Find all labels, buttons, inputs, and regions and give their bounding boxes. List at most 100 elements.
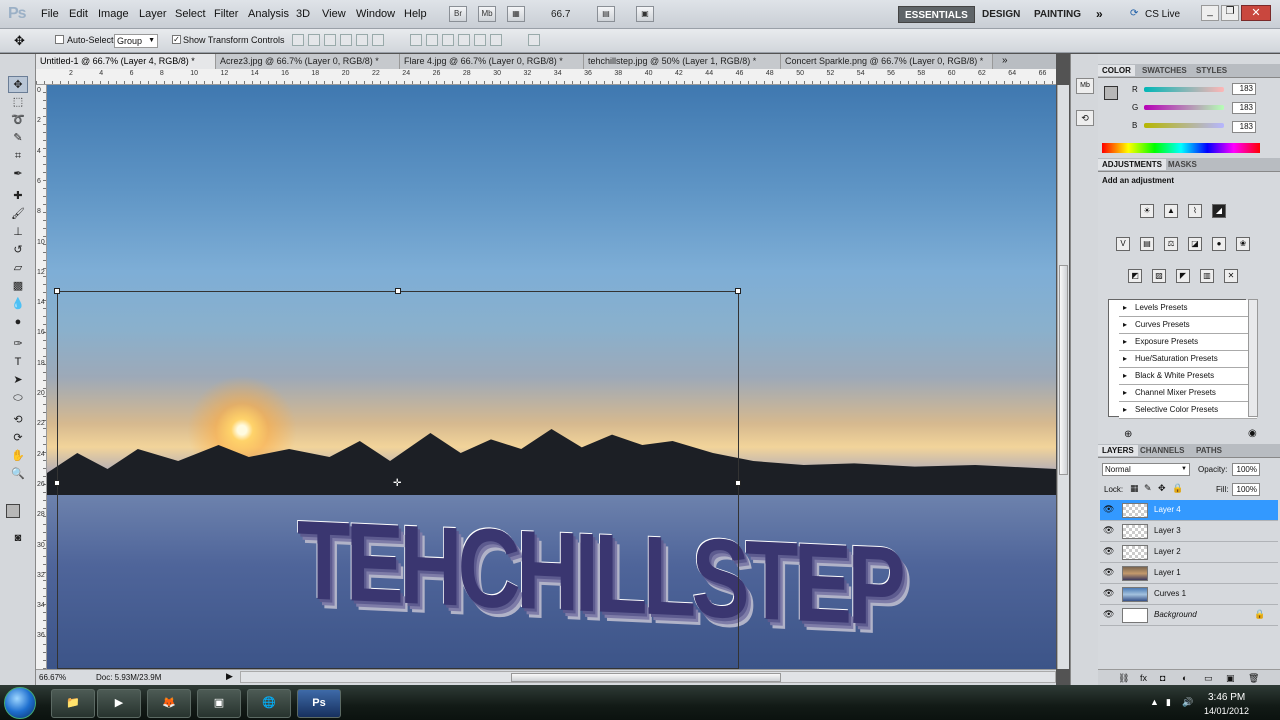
- presets-scrollbar[interactable]: [1248, 299, 1258, 417]
- cs-live-label[interactable]: CS Live: [1145, 9, 1180, 20]
- distribute-right-icon[interactable]: [490, 34, 502, 46]
- menu-select[interactable]: Select: [175, 8, 206, 20]
- distribute-bottom-icon[interactable]: [442, 34, 454, 46]
- dodge-tool-icon[interactable]: ●: [8, 314, 28, 331]
- media-player-taskbar-icon[interactable]: ▶: [97, 689, 141, 718]
- color-r-slider[interactable]: [1144, 87, 1224, 92]
- color-b-value[interactable]: 183: [1232, 121, 1256, 133]
- auto-align-layers-icon[interactable]: [528, 34, 540, 46]
- 3d-rotate-tool-icon[interactable]: ⟲: [8, 412, 28, 429]
- tab-styles[interactable]: STYLES: [1192, 65, 1231, 76]
- adjustment-options-icon[interactable]: ◉: [1248, 428, 1257, 439]
- mini-bridge-icon[interactable]: Mb: [478, 6, 496, 22]
- color-spectrum-bar[interactable]: [1102, 143, 1260, 153]
- firefox-taskbar-icon[interactable]: 🦊: [147, 689, 191, 718]
- app-taskbar-icon[interactable]: ▣: [197, 689, 241, 718]
- zoom-level-select[interactable]: 66.7: [551, 9, 570, 20]
- status-zoom[interactable]: 66.67%: [39, 673, 66, 682]
- layer-row-layer-3[interactable]: 👁 Layer 3: [1100, 521, 1278, 542]
- blend-mode-select[interactable]: Normal ▼: [1102, 463, 1190, 476]
- history-brush-tool-icon[interactable]: ↺: [8, 242, 28, 259]
- move-tool-preset-icon[interactable]: ✥: [14, 33, 25, 49]
- align-top-icon[interactable]: [292, 34, 304, 46]
- status-menu-arrow-icon[interactable]: ▶: [226, 671, 233, 682]
- layer-name[interactable]: Layer 4: [1154, 505, 1181, 514]
- ruler-horizontal[interactable]: 2 4 6 8 10 12 14 16 18 20 22 24 26 28 30 32 34 36 38 40 42 44…: [36, 69, 1056, 85]
- photo-filter-icon[interactable]: ●: [1212, 237, 1226, 251]
- layer-row-layer-4[interactable]: 👁 Layer 4: [1100, 500, 1278, 521]
- color-g-slider[interactable]: [1144, 105, 1224, 110]
- distribute-left-icon[interactable]: [458, 34, 470, 46]
- cs-live-icon[interactable]: ⟳: [1130, 8, 1138, 19]
- exposure-icon[interactable]: ◢: [1212, 204, 1226, 218]
- brightness-contrast-icon[interactable]: ☀: [1140, 204, 1154, 218]
- transform-handle-tl[interactable]: [54, 288, 60, 294]
- horizontal-scroll-thumb[interactable]: [511, 673, 781, 682]
- layer-row-curves-1[interactable]: 👁 Curves 1: [1100, 584, 1278, 605]
- lock-transparency-icon[interactable]: ▦: [1130, 483, 1139, 494]
- hue-saturation-icon[interactable]: ▤: [1140, 237, 1154, 251]
- tab-paths[interactable]: PATHS: [1192, 445, 1226, 456]
- preset-black-white[interactable]: Black & White Presets: [1119, 368, 1257, 385]
- new-layer-icon[interactable]: ▣: [1226, 673, 1235, 684]
- layer-style-icon[interactable]: fx: [1140, 673, 1147, 683]
- color-fg-swatch[interactable]: [1104, 86, 1118, 100]
- tab-layers[interactable]: LAYERS: [1098, 445, 1138, 456]
- adjustment-clip-icon[interactable]: ⊕: [1124, 429, 1132, 440]
- workspace-essentials[interactable]: ESSENTIALS: [898, 6, 975, 23]
- tab-color[interactable]: COLOR: [1098, 65, 1135, 76]
- black-white-icon[interactable]: ◪: [1188, 237, 1202, 251]
- preset-hue-saturation[interactable]: Hue/Saturation Presets: [1119, 351, 1257, 368]
- menu-window[interactable]: Window: [356, 8, 395, 20]
- threshold-icon[interactable]: ◤: [1176, 269, 1190, 283]
- arrange-documents-icon[interactable]: ▤: [597, 6, 615, 22]
- distribute-top-icon[interactable]: [410, 34, 422, 46]
- crop-tool-icon[interactable]: ⌗: [8, 148, 28, 165]
- channel-mixer-icon[interactable]: ❀: [1236, 237, 1250, 251]
- invert-icon[interactable]: ◩: [1128, 269, 1142, 283]
- clone-stamp-tool-icon[interactable]: ⊥: [8, 224, 28, 241]
- transform-handle-l[interactable]: [54, 480, 60, 486]
- lock-all-icon[interactable]: 🔒: [1172, 483, 1183, 494]
- tab-tehchillstep[interactable]: tehchillstep.jpg @ 50% (Layer 1, RGB/8) …: [584, 54, 781, 69]
- preset-exposure[interactable]: Exposure Presets: [1119, 334, 1257, 351]
- preset-curves[interactable]: Curves Presets: [1119, 317, 1257, 334]
- view-extras-icon[interactable]: ▦: [507, 6, 525, 22]
- type-tool-icon[interactable]: T: [8, 354, 28, 371]
- fill-input[interactable]: 100%: [1232, 483, 1260, 496]
- visibility-eye-icon[interactable]: 👁: [1103, 525, 1114, 535]
- color-g-value[interactable]: 183: [1232, 102, 1256, 114]
- clock-date[interactable]: 14/01/2012: [1204, 706, 1249, 716]
- auto-select-checkbox[interactable]: [55, 35, 64, 44]
- horizontal-scrollbar[interactable]: [240, 671, 1056, 683]
- tab-adjustments[interactable]: ADJUSTMENTS: [1098, 159, 1167, 170]
- align-right-icon[interactable]: [372, 34, 384, 46]
- tab-acrez3[interactable]: Acrez3.jpg @ 66.7% (Layer 0, RGB/8) *: [216, 54, 400, 69]
- vertical-scroll-thumb[interactable]: [1059, 265, 1068, 475]
- menu-3d[interactable]: 3D: [296, 8, 310, 20]
- more-workspaces-icon[interactable]: »: [1096, 7, 1103, 21]
- move-tool-icon[interactable]: ✥: [8, 76, 28, 93]
- lasso-tool-icon[interactable]: ➰: [8, 112, 28, 129]
- 3d-orbit-tool-icon[interactable]: ⟳: [8, 430, 28, 447]
- ruler-vertical[interactable]: 0 2 4 6 8 10 12 14 16 18 20 22 24 26 28 30 32 34 36: [36, 85, 47, 669]
- marquee-tool-icon[interactable]: ⬚: [8, 94, 28, 111]
- visibility-eye-icon[interactable]: 👁: [1103, 609, 1114, 619]
- bridge-icon[interactable]: Br: [449, 6, 467, 22]
- workspace-painting[interactable]: PAINTING: [1028, 6, 1087, 23]
- menu-layer[interactable]: Layer: [139, 8, 167, 20]
- workspace-design[interactable]: DESIGN: [976, 6, 1026, 23]
- quick-mask-icon[interactable]: ◙: [8, 530, 28, 547]
- opacity-input[interactable]: 100%: [1232, 463, 1260, 476]
- eraser-tool-icon[interactable]: ▱: [8, 260, 28, 277]
- hand-tool-icon[interactable]: ✋: [8, 448, 28, 465]
- vibrance-icon[interactable]: V: [1116, 237, 1130, 251]
- lock-pixels-icon[interactable]: ✎: [1144, 483, 1152, 494]
- transform-handle-t[interactable]: [395, 288, 401, 294]
- shape-tool-icon[interactable]: ⬭: [8, 390, 28, 407]
- menu-analysis[interactable]: Analysis: [248, 8, 289, 20]
- tab-swatches[interactable]: SWATCHES: [1138, 65, 1191, 76]
- brush-tool-icon[interactable]: 🖌: [8, 206, 28, 223]
- foreground-color-swatch[interactable]: [6, 504, 20, 518]
- more-tabs-icon[interactable]: »: [1002, 55, 1008, 66]
